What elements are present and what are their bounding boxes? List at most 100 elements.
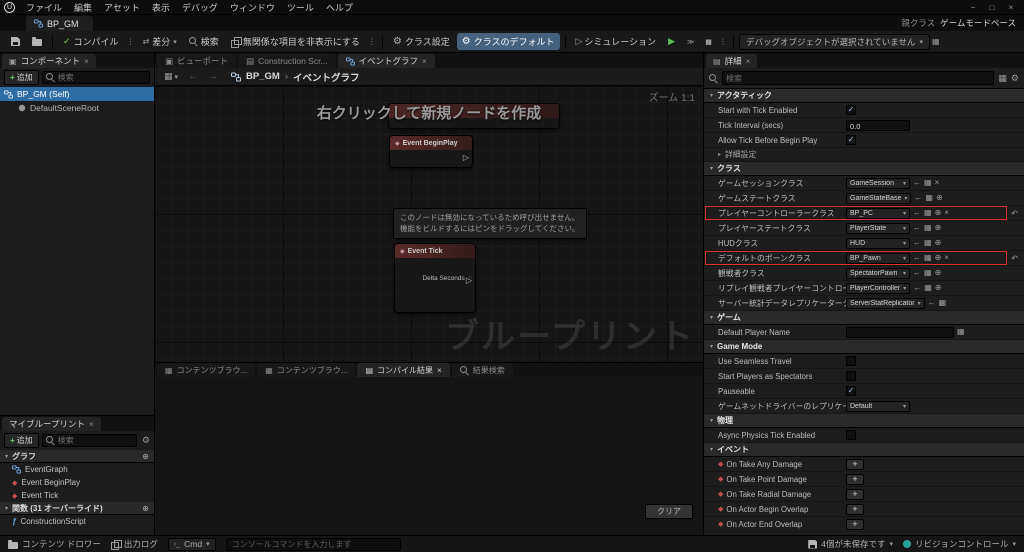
reset-to-default-icon[interactable]: ↶ — [1011, 209, 1020, 218]
myblueprint-section-header[interactable]: ▾グラフ⊕ — [0, 450, 154, 463]
browse-icon[interactable]: ▦ — [924, 269, 932, 277]
close-button[interactable]: × — [1002, 3, 1020, 12]
checkbox[interactable]: ✓ — [846, 105, 856, 115]
breadcrumb-current[interactable]: イベントグラフ — [293, 70, 360, 84]
clear-icon[interactable]: × — [944, 254, 949, 262]
reset-to-default-icon[interactable]: ↶ — [1011, 254, 1020, 263]
components-search[interactable] — [42, 71, 150, 84]
menu-item[interactable]: デバッグ — [176, 1, 224, 14]
simulation-button[interactable]: ▷ シミュレーション — [571, 33, 662, 50]
close-icon[interactable]: × — [746, 57, 751, 66]
myblueprint-section-header[interactable]: ▾関数 (31 オーバーライド)⊕ — [0, 502, 154, 515]
tab-compile-results[interactable]: ▤ コンパイル結果 × — [357, 363, 449, 377]
components-search-input[interactable] — [58, 73, 146, 82]
exec-out-pin[interactable]: ▷ — [463, 154, 469, 162]
component-item-self[interactable]: BP_GM (Self) — [0, 87, 154, 101]
class-defaults-button[interactable]: ⚙ クラスのデフォルト — [457, 33, 560, 50]
checkbox[interactable] — [846, 430, 856, 440]
hide-unrelated-options-icon[interactable]: ⋮ — [367, 37, 377, 46]
menu-item[interactable]: 表示 — [146, 1, 176, 14]
myblueprint-item[interactable]: EventGraph — [0, 463, 154, 476]
settings-gear-icon[interactable]: ⚙ — [142, 435, 150, 446]
class-dropdown[interactable]: GameSession▾ — [846, 178, 910, 189]
add-event-button[interactable]: + — [846, 519, 864, 530]
play-options-icon[interactable]: ⋮ — [718, 37, 728, 46]
pause-button[interactable]: ▮▮ — [700, 36, 716, 48]
compile-button[interactable]: ✓ コンパイル — [58, 33, 124, 50]
debug-browse-icon[interactable]: ▦ — [932, 38, 940, 46]
use-icon[interactable]: ← — [913, 209, 921, 217]
tab-content-browser-2[interactable]: ▦ コンテンツブラウ... — [257, 363, 355, 377]
minimize-button[interactable]: − — [964, 3, 982, 12]
close-icon[interactable]: × — [437, 366, 442, 375]
details-search[interactable] — [722, 71, 994, 85]
menu-item[interactable]: ファイル — [20, 1, 68, 14]
browse-icon[interactable]: ▦ — [924, 239, 932, 247]
console-command-input[interactable] — [226, 538, 401, 551]
browse-icon[interactable]: ▦ — [924, 209, 932, 217]
component-item-scene-root[interactable]: DefaultSceneRoot — [0, 101, 154, 115]
cmd-dropdown[interactable]: ›_ Cmd ▾ — [168, 538, 216, 551]
display-filter-icon[interactable]: ▦ — [998, 73, 1007, 84]
class-dropdown[interactable]: HUD▾ — [846, 238, 910, 249]
add-event-button[interactable]: + — [846, 504, 864, 515]
compile-options-icon[interactable]: ⋮ — [126, 37, 136, 46]
checkbox[interactable]: ✓ — [846, 135, 856, 145]
unreal-logo-icon[interactable]: U — [4, 2, 15, 13]
back-icon[interactable]: ← — [185, 71, 201, 82]
event-beginplay-node[interactable]: ◆ Event BeginPlay ▷ — [389, 135, 473, 168]
my-blueprint-search-input[interactable] — [58, 436, 133, 445]
save-asset-button[interactable] — [6, 35, 25, 48]
browse-icon[interactable]: ▦ — [924, 254, 932, 262]
browse-icon[interactable]: ▦ — [924, 224, 932, 232]
close-icon[interactable]: × — [89, 420, 94, 429]
tab-my-blueprint[interactable]: マイブループリント × — [2, 417, 101, 431]
details-section-header[interactable]: ▾Game Mode — [704, 340, 1024, 354]
tab-find-results[interactable]: 結果検索 — [452, 363, 513, 377]
checkbox[interactable] — [846, 356, 856, 366]
close-icon[interactable]: × — [84, 57, 89, 66]
class-dropdown[interactable]: BP_Pawn▾ — [846, 253, 910, 264]
bind-icon[interactable]: ▦ — [957, 328, 965, 336]
add-component-button[interactable]: + 追加 — [4, 70, 39, 85]
clear-icon[interactable]: × — [944, 209, 949, 217]
clear-icon[interactable]: × — [935, 179, 940, 187]
menu-item[interactable]: ツール — [281, 1, 320, 14]
revision-control-button[interactable]: リビジョンコントロール ▾ — [903, 538, 1016, 550]
advanced-settings-row[interactable]: ▸詳細設定 — [704, 148, 1024, 162]
my-blueprint-search[interactable] — [42, 434, 137, 447]
output-log-button[interactable]: 出力ログ — [111, 538, 158, 550]
details-section-header[interactable]: ▾物理 — [704, 414, 1024, 428]
details-section-header[interactable]: ▾イベント — [704, 443, 1024, 457]
plus-icon[interactable]: ⊕ — [935, 224, 942, 232]
browse-icon[interactable]: ▦ — [925, 194, 933, 202]
clear-button[interactable]: クリア — [645, 504, 693, 519]
myblueprint-item[interactable]: ◆Event BeginPlay — [0, 476, 154, 489]
use-icon[interactable]: ← — [913, 239, 921, 247]
menu-item[interactable]: アセット — [98, 1, 146, 14]
close-icon[interactable]: × — [422, 57, 427, 66]
add-event-button[interactable]: + — [846, 489, 864, 500]
use-icon[interactable]: ← — [913, 254, 921, 262]
use-icon[interactable]: ← — [913, 269, 921, 277]
checkbox[interactable]: ✓ — [846, 386, 856, 396]
tab-details[interactable]: ▤ 詳細 × — [706, 54, 757, 68]
maximize-button[interactable]: □ — [983, 3, 1001, 12]
add-blueprint-item-button[interactable]: + 追加 — [4, 433, 39, 448]
class-dropdown[interactable]: SpectatorPawn▾ — [846, 268, 910, 279]
use-icon[interactable]: ← — [913, 224, 921, 232]
details-search-input[interactable] — [726, 74, 990, 83]
content-drawer-button[interactable]: コンテンツ ドロワー — [8, 538, 101, 550]
forward-icon[interactable]: → — [205, 71, 221, 82]
tab-components[interactable]: ▣ コンポーネント × — [2, 54, 96, 68]
browse-asset-button[interactable] — [27, 35, 47, 48]
browse-icon[interactable]: ▦ — [924, 284, 932, 292]
plus-icon[interactable]: ⊕ — [935, 209, 942, 217]
browse-icon[interactable]: ▦ — [939, 299, 947, 307]
add-icon[interactable]: ⊕ — [142, 452, 149, 461]
class-dropdown[interactable]: Default▾ — [846, 401, 910, 412]
menu-item[interactable]: ヘルプ — [320, 1, 359, 14]
breadcrumb-root[interactable]: BP_GM — [246, 71, 280, 82]
find-button[interactable]: 検索 — [184, 33, 224, 50]
details-section-header[interactable]: ▾ゲーム — [704, 311, 1024, 325]
